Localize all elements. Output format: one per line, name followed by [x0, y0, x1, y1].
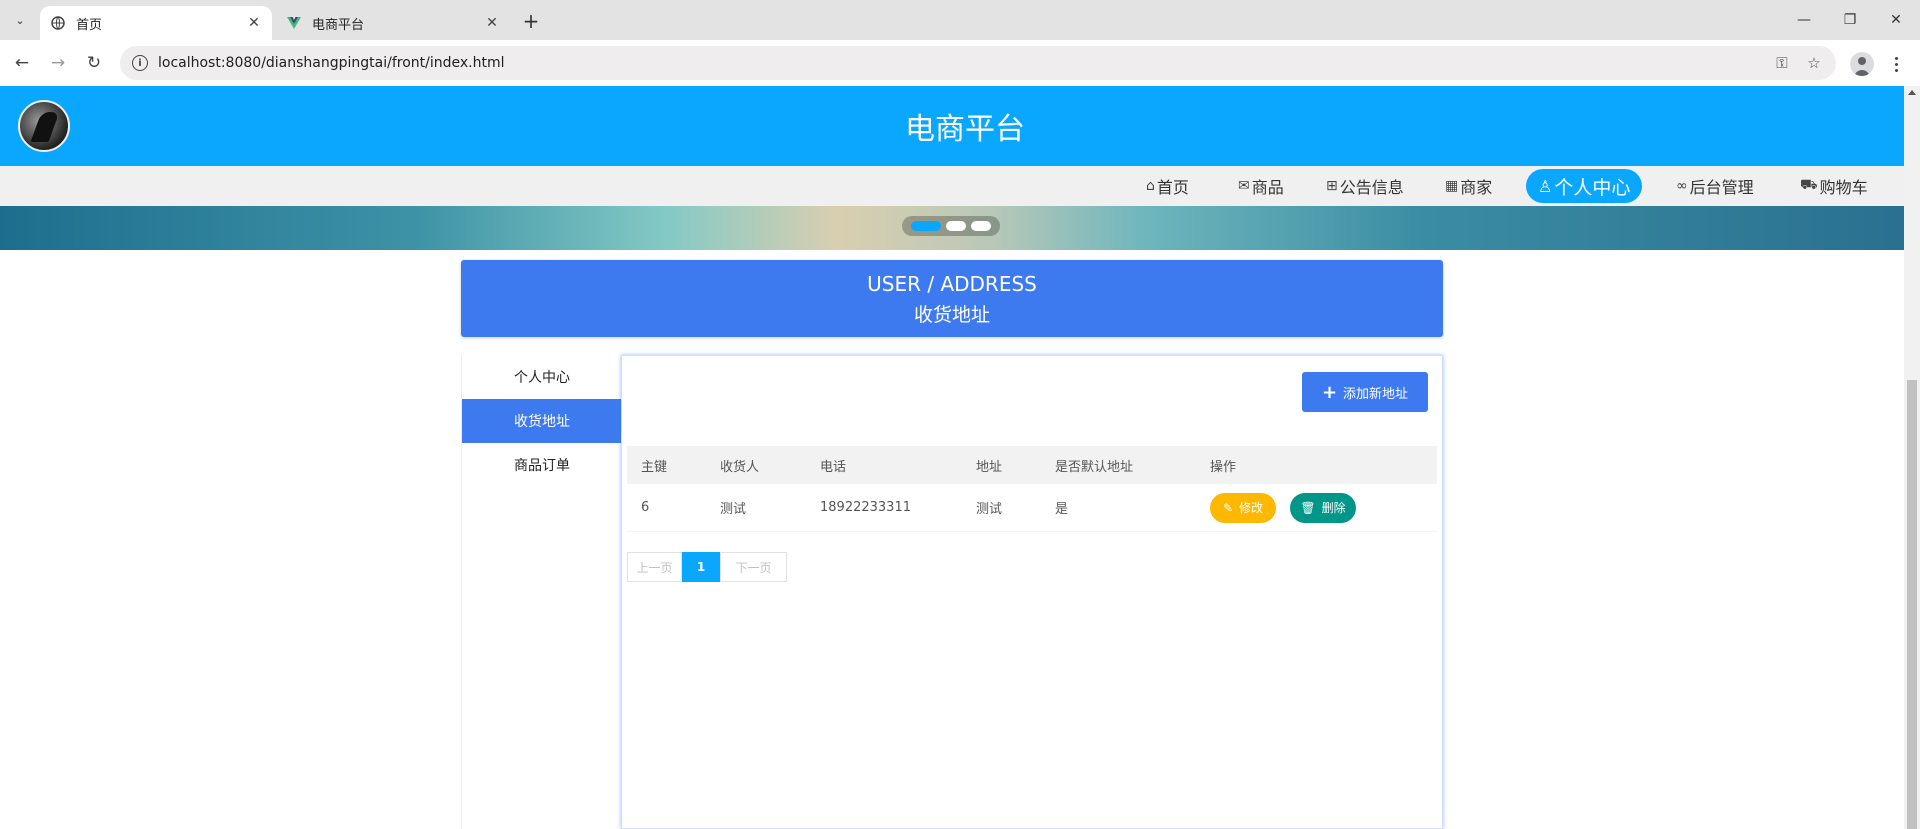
carousel-indicators — [902, 216, 1000, 236]
site-header: 电商平台 — [0, 86, 1904, 166]
delete-label: 删除 — [1321, 501, 1346, 515]
cell-default: 是 — [1055, 502, 1069, 517]
url-text[interactable]: localhost:8080/dianshangpingtai/front/in… — [158, 55, 1772, 71]
nav-label: 后台管理 — [1689, 178, 1754, 197]
carousel-dot[interactable] — [946, 221, 966, 231]
bookmark-star-icon[interactable]: ☆ — [1804, 53, 1824, 73]
delete-button[interactable]: 🗑 删除 — [1290, 492, 1356, 523]
cell-actions: ✎ 修改 🗑 删除 — [1196, 492, 1436, 523]
address-table: 主键 收货人 电话 地址 是否默认地址 操作 6 测试 18922233311 … — [627, 446, 1437, 532]
cell-address: 测试 — [976, 502, 1003, 517]
col-address: 地址 — [976, 459, 1003, 475]
cell-id: 6 — [641, 500, 650, 515]
minimize-icon[interactable]: — — [1792, 8, 1816, 32]
nav-home[interactable]: ⌂ 首页 — [1146, 166, 1189, 206]
mail-icon: ✉ — [1238, 178, 1250, 194]
plus-icon: + — [1321, 381, 1338, 403]
cell-phone: 18922233311 — [820, 500, 911, 515]
trash-icon: 🗑 — [1300, 500, 1316, 515]
nav-cart[interactable]: ⛟ 购物车 — [1800, 166, 1868, 206]
calendar-icon: ▦ — [1445, 178, 1459, 194]
nav-admin[interactable]: ∞ 后台管理 — [1676, 166, 1754, 206]
edit-button[interactable]: ✎ 修改 — [1210, 492, 1276, 523]
browser-tab-title: 电商平台 — [312, 17, 365, 33]
user-side-menu: 个人中心 收货地址 商品订单 — [461, 355, 623, 829]
vue-logo-icon — [286, 15, 302, 31]
close-tab-icon[interactable]: ✕ — [244, 13, 264, 33]
side-item-user-center[interactable]: 个人中心 — [462, 355, 623, 399]
section-title-cn: 收货地址 — [913, 304, 990, 326]
prev-page-button[interactable]: 上一页 — [627, 552, 682, 582]
nav-announcements[interactable]: ⊞ 公告信息 — [1326, 166, 1404, 206]
home-icon: ⌂ — [1146, 178, 1155, 194]
user-icon: ♙ — [1538, 176, 1553, 196]
table-row: 6 测试 18922233311 测试 是 ✎ 修改 🗑 删除 — [627, 484, 1437, 532]
password-key-icon[interactable]: ⚿ — [1772, 53, 1792, 73]
pagination: 上一页 1 下一页 — [627, 552, 787, 582]
page-viewport: 电商平台 ⌂ 首页 ✉ 商品 ⊞ 公告信息 ▦ 商家 ♙ 个人中心 ∞ 后台管理 ⛟ 购物车 — [0, 86, 1904, 829]
site-title: 电商平台 — [905, 112, 1025, 147]
new-tab-plus-icon[interactable]: + — [520, 9, 542, 33]
nav-products[interactable]: ✉ 商品 — [1238, 166, 1284, 206]
globe-icon — [50, 15, 66, 31]
cell-name: 测试 — [720, 502, 747, 517]
edit-label: 修改 — [1239, 501, 1264, 515]
restore-icon[interactable]: ❐ — [1838, 8, 1862, 32]
profile-avatar-icon[interactable] — [1850, 52, 1874, 76]
browser-tab-title: 首页 — [76, 17, 103, 33]
reload-icon[interactable]: ↻ — [82, 51, 106, 75]
nav-label: 个人中心 — [1554, 176, 1631, 199]
table-header: 主键 收货人 电话 地址 是否默认地址 操作 — [627, 446, 1437, 484]
side-item-orders[interactable]: 商品订单 — [462, 443, 623, 487]
browser-tab-bar: ⌄ 首页 ✕ 电商平台 ✕ + — ❐ ✕ — [0, 0, 1920, 40]
browser-toolbar: ← → ↻ i localhost:8080/dianshangpingtai/… — [0, 40, 1920, 86]
page-scrollbar[interactable] — [1904, 86, 1920, 829]
gift-icon: ⊞ — [1326, 178, 1338, 194]
side-item-address[interactable]: 收货地址 — [462, 399, 623, 443]
back-arrow-icon[interactable]: ← — [10, 51, 34, 75]
add-address-label: 添加新地址 — [1343, 386, 1409, 402]
close-tab-icon[interactable]: ✕ — [482, 13, 502, 33]
carousel-dot[interactable] — [911, 221, 941, 231]
section-title-en: USER / ADDRESS — [867, 272, 1037, 296]
col-actions: 操作 — [1210, 459, 1237, 475]
tab-list-chevron-icon[interactable]: ⌄ — [8, 8, 32, 32]
add-address-button[interactable]: + 添加新地址 — [1302, 372, 1428, 412]
col-default: 是否默认地址 — [1055, 459, 1134, 475]
link-icon: ∞ — [1676, 178, 1688, 194]
cart-icon: ⛟ — [1800, 177, 1818, 193]
browser-tab-home[interactable]: 首页 ✕ — [40, 6, 272, 40]
section-title-bar: USER / ADDRESS 收货地址 — [461, 260, 1443, 337]
nav-label: 首页 — [1156, 178, 1189, 197]
browser-tab-store[interactable]: 电商平台 ✕ — [276, 6, 510, 40]
nav-label: 公告信息 — [1339, 178, 1404, 197]
address-bar[interactable]: i localhost:8080/dianshangpingtai/front/… — [120, 46, 1836, 80]
scroll-up-arrow-icon[interactable] — [1908, 90, 1916, 95]
col-name: 收货人 — [720, 459, 760, 475]
browser-menu-icon[interactable] — [1884, 52, 1908, 76]
close-window-icon[interactable]: ✕ — [1884, 8, 1908, 32]
col-phone: 电话 — [820, 459, 847, 475]
nav-merchants[interactable]: ▦ 商家 — [1445, 166, 1492, 206]
banner-carousel — [0, 206, 1904, 250]
address-panel: + 添加新地址 主键 收货人 电话 地址 是否默认地址 操作 6 测试 1892… — [621, 355, 1443, 829]
next-page-button[interactable]: 下一页 — [720, 552, 787, 582]
nav-label: 商品 — [1251, 178, 1284, 197]
nav-label: 商家 — [1460, 178, 1493, 197]
scrollbar-thumb[interactable] — [1907, 380, 1917, 829]
nav-user-center[interactable]: ♙ 个人中心 — [1526, 169, 1643, 203]
site-info-icon[interactable]: i — [132, 55, 148, 71]
current-page-button[interactable]: 1 — [682, 552, 720, 582]
forward-arrow-icon[interactable]: → — [46, 51, 70, 75]
col-id: 主键 — [641, 459, 668, 475]
pencil-icon: ✎ — [1222, 500, 1234, 515]
carousel-dot[interactable] — [971, 221, 991, 231]
main-nav: ⌂ 首页 ✉ 商品 ⊞ 公告信息 ▦ 商家 ♙ 个人中心 ∞ 后台管理 ⛟ 购物车 — [0, 166, 1904, 206]
nav-label: 购物车 — [1819, 178, 1868, 197]
